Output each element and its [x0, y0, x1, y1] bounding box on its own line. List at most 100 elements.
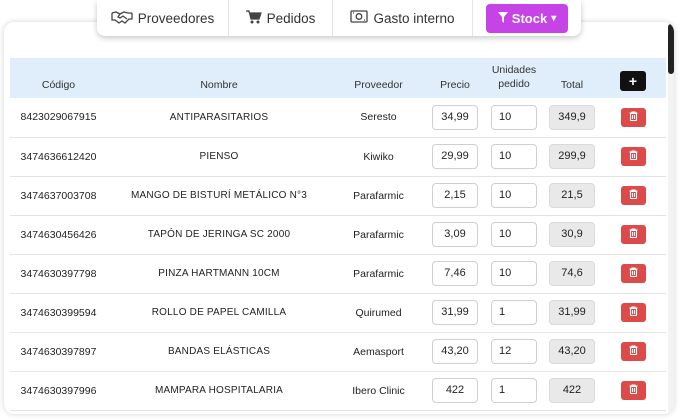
cell-total: 43,20: [544, 332, 600, 371]
tab-proveedores-label: Proveedores: [137, 10, 215, 26]
cell-total: 74,6: [544, 254, 600, 293]
total-value: 74,6: [549, 261, 595, 286]
cell-precio: 34,99: [426, 98, 484, 137]
cell-nombre: MANGO DE BISTURÍ METÁLICO N°3: [131, 190, 307, 201]
table-row: 3474630397897 BANDAS ELÁSTICAS Aemasport 43…: [10, 332, 666, 371]
total-value: 30,9: [549, 222, 595, 247]
table-row: 3474630397798 PINZA HARTMANN 10CM Parafarm…: [10, 254, 666, 293]
trash-icon: [629, 345, 638, 358]
price-input[interactable]: 3,09: [432, 222, 478, 247]
cell-total: 299,9: [544, 137, 600, 176]
cell-proveedor: Ibero Clinic: [352, 384, 405, 397]
delete-button[interactable]: [620, 225, 646, 244]
cart-icon: [245, 9, 262, 27]
cell-precio: 29,99: [426, 137, 484, 176]
trash-icon: [629, 189, 638, 202]
cell-unidades: 10: [484, 254, 544, 293]
header-proveedor: Proveedor: [354, 79, 403, 91]
header-unidades-line2: pedido: [498, 78, 530, 90]
cell-total: 349,9: [544, 98, 600, 137]
tab-stock: Stock ▾: [473, 3, 581, 33]
tab-proveedores[interactable]: Proveedores: [97, 0, 229, 36]
trash-icon: [629, 111, 638, 124]
price-input[interactable]: 29,99: [432, 144, 478, 169]
stock-dropdown-button[interactable]: Stock ▾: [486, 3, 568, 33]
stock-table: Código Nombre Proveedor Precio Unidades …: [10, 58, 666, 411]
trash-icon: [629, 150, 638, 163]
delete-button[interactable]: [620, 147, 646, 166]
price-input[interactable]: 7,46: [432, 261, 478, 286]
cell-unidades: 10: [484, 215, 544, 254]
header-unidades: Unidades pedido: [484, 58, 544, 98]
cell-actions: [600, 332, 666, 371]
cell-actions: [600, 215, 666, 254]
quantity-input[interactable]: 10: [491, 261, 537, 286]
cell-total: 31,99: [544, 293, 600, 332]
cell-codigo: 3474637003708: [20, 189, 97, 202]
cell-total: 30,9: [544, 215, 600, 254]
cell-actions: [600, 254, 666, 293]
top-nav-tabs: Proveedores Pedidos Gasto interno Stock …: [97, 0, 581, 36]
table-row: 3474636612420 PIENSO Kiwiko 29,99 10 299,9: [10, 137, 666, 176]
delete-button[interactable]: [620, 303, 646, 322]
total-value: 43,20: [549, 339, 595, 364]
price-input[interactable]: 34,99: [432, 104, 478, 130]
cell-nombre: PIENSO: [199, 151, 239, 162]
trash-icon: [629, 267, 638, 280]
delete-button[interactable]: [620, 342, 646, 361]
table-row: 3474630399594 ROLLO DE PAPEL CAMILLA Quiru…: [10, 293, 666, 332]
chevron-down-icon: ▾: [551, 12, 557, 24]
cell-unidades: 1: [484, 371, 544, 410]
total-value: 299,9: [549, 144, 595, 169]
cell-unidades: 10: [484, 176, 544, 215]
price-input[interactable]: 2,15: [432, 183, 478, 208]
total-value: 31,99: [549, 300, 595, 325]
cell-codigo: 3474630397996: [20, 384, 97, 397]
cell-proveedor: Seresto: [360, 111, 397, 124]
tab-pedidos[interactable]: Pedidos: [229, 0, 333, 36]
quantity-input[interactable]: 1: [491, 300, 537, 325]
trash-icon: [629, 228, 638, 241]
cell-actions: [600, 98, 666, 137]
delete-button[interactable]: [620, 186, 646, 205]
quantity-input[interactable]: 10: [491, 144, 537, 169]
quantity-input[interactable]: 10: [491, 222, 537, 247]
cell-total: 422: [544, 371, 600, 410]
cell-codigo: 3474630399594: [20, 306, 97, 319]
filter-icon: [497, 11, 508, 26]
cell-proveedor: Aemasport: [353, 345, 404, 358]
table-row: 8423029067915 ANTIPARASITARIOS Seresto 34,9…: [10, 98, 666, 137]
cell-total: 21,5: [544, 176, 600, 215]
quantity-input[interactable]: 12: [491, 339, 537, 364]
cell-codigo: 3474630456426: [20, 228, 97, 241]
table-row: 3474637003708 MANGO DE BISTURÍ METÁLICO N…: [10, 176, 666, 215]
delete-button[interactable]: [620, 107, 646, 127]
scrollbar-thumb[interactable]: [668, 24, 674, 74]
cell-nombre: TAPÓN DE JERINGA SC 2000: [147, 229, 291, 240]
quantity-input[interactable]: 1: [491, 378, 537, 403]
cell-nombre: MAMPARA HOSPITALARIA: [154, 385, 284, 396]
cell-codigo: 8423029067915: [20, 111, 97, 124]
cell-proveedor: Parafarmic: [353, 228, 404, 241]
delete-button[interactable]: [620, 264, 646, 283]
cell-codigo: 3474630397897: [20, 345, 97, 358]
cell-unidades: 12: [484, 332, 544, 371]
cell-nombre: ANTIPARASITARIOS: [169, 111, 269, 123]
add-row-button[interactable]: +: [620, 71, 646, 91]
header-unidades-line1: Unidades: [491, 64, 537, 76]
total-value: 422: [549, 378, 595, 403]
price-input[interactable]: 43,20: [432, 339, 478, 364]
header-codigo: Código: [41, 79, 76, 91]
cell-precio: 2,15: [426, 176, 484, 215]
cell-nombre: BANDAS ELÁSTICAS: [167, 346, 271, 357]
quantity-input[interactable]: 10: [491, 104, 537, 130]
tab-gasto-interno[interactable]: Gasto interno: [333, 0, 473, 36]
cell-proveedor: Parafarmic: [353, 189, 404, 202]
scrollbar[interactable]: [668, 22, 674, 414]
header-actions: +: [600, 58, 666, 98]
price-input[interactable]: 422: [432, 378, 478, 403]
cell-precio: 3,09: [426, 215, 484, 254]
price-input[interactable]: 31,99: [432, 300, 478, 325]
delete-button[interactable]: [620, 381, 646, 400]
quantity-input[interactable]: 10: [491, 183, 537, 208]
